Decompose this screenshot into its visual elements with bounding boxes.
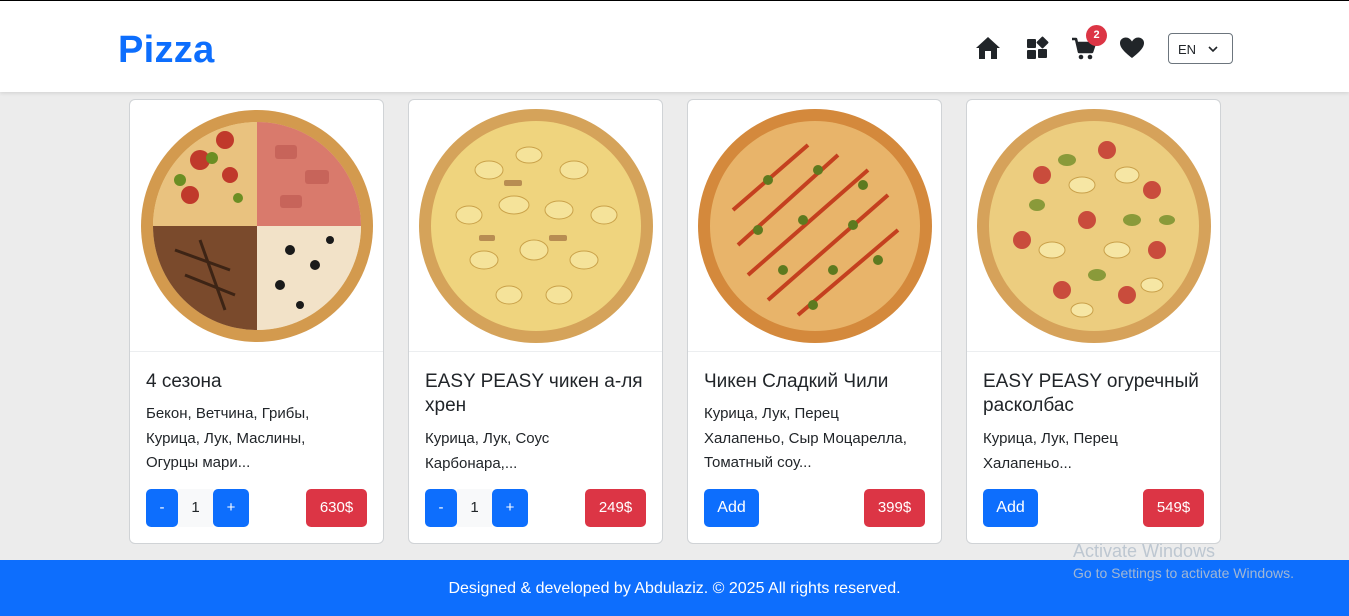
categories-icon[interactable] xyxy=(1024,35,1050,61)
heart-icon[interactable] xyxy=(1119,35,1145,61)
product-card: EASY PEASY чикен а-ля хрен Курица, Лук, … xyxy=(408,99,663,544)
chevron-down-icon xyxy=(1208,46,1218,53)
product-image xyxy=(688,100,941,352)
cart-count-badge: 2 xyxy=(1086,25,1107,46)
decrease-quantity-button[interactable]: - xyxy=(425,489,457,527)
product-image xyxy=(130,100,383,352)
footer-text: Designed & developed by Abdulaziz. © 202… xyxy=(448,580,901,597)
activate-windows-title: Activate Windows xyxy=(1073,541,1216,561)
product-card: EASY PEASY огуречный расколбас Курица, Л… xyxy=(966,99,1221,544)
product-description: Бекон, Ветчина, Грибы, Курица, Лук, Масл… xyxy=(146,405,310,471)
language-select[interactable]: EN xyxy=(1168,33,1233,64)
product-title: EASY PEASY огуречный расколбас xyxy=(983,371,1199,416)
quantity-value: 1 xyxy=(178,489,213,527)
product-image xyxy=(409,100,662,352)
home-icon[interactable] xyxy=(975,35,1001,61)
product-description: Курица, Лук, Перец Халапеньо... xyxy=(983,430,1118,472)
increase-quantity-button[interactable]: + xyxy=(492,489,528,527)
logo[interactable]: Pizza xyxy=(118,28,215,72)
product-card: Чикен Сладкий Чили Курица, Лук, Перец Ха… xyxy=(687,99,942,544)
product-image xyxy=(967,100,1220,352)
price-button[interactable]: 249$ xyxy=(585,489,646,527)
add-to-cart-button[interactable]: Add xyxy=(704,489,759,527)
product-description: Курица, Лук, Соус Карбонара,... xyxy=(425,430,550,472)
navbar: Pizza 2 EN xyxy=(0,1,1349,92)
product-description: Курица, Лук, Перец Халапеньо, Сыр Моцаре… xyxy=(704,405,907,471)
price-button[interactable]: 399$ xyxy=(864,489,925,527)
increase-quantity-button[interactable]: + xyxy=(213,489,249,527)
quantity-value: 1 xyxy=(457,489,492,527)
product-card: 4 сезона Бекон, Ветчина, Грибы, Курица, … xyxy=(129,99,384,544)
product-title: Чикен Сладкий Чили xyxy=(704,371,889,392)
product-title: EASY PEASY чикен а-ля хрен xyxy=(425,371,643,416)
price-button[interactable]: 549$ xyxy=(1143,489,1204,527)
price-button[interactable]: 630$ xyxy=(306,489,367,527)
product-title: 4 сезона xyxy=(146,371,222,392)
activate-windows-subtitle: Go to Settings to activate Windows. xyxy=(1073,565,1294,581)
language-value: EN xyxy=(1178,42,1197,57)
decrease-quantity-button[interactable]: - xyxy=(146,489,178,527)
add-to-cart-button[interactable]: Add xyxy=(983,489,1038,527)
